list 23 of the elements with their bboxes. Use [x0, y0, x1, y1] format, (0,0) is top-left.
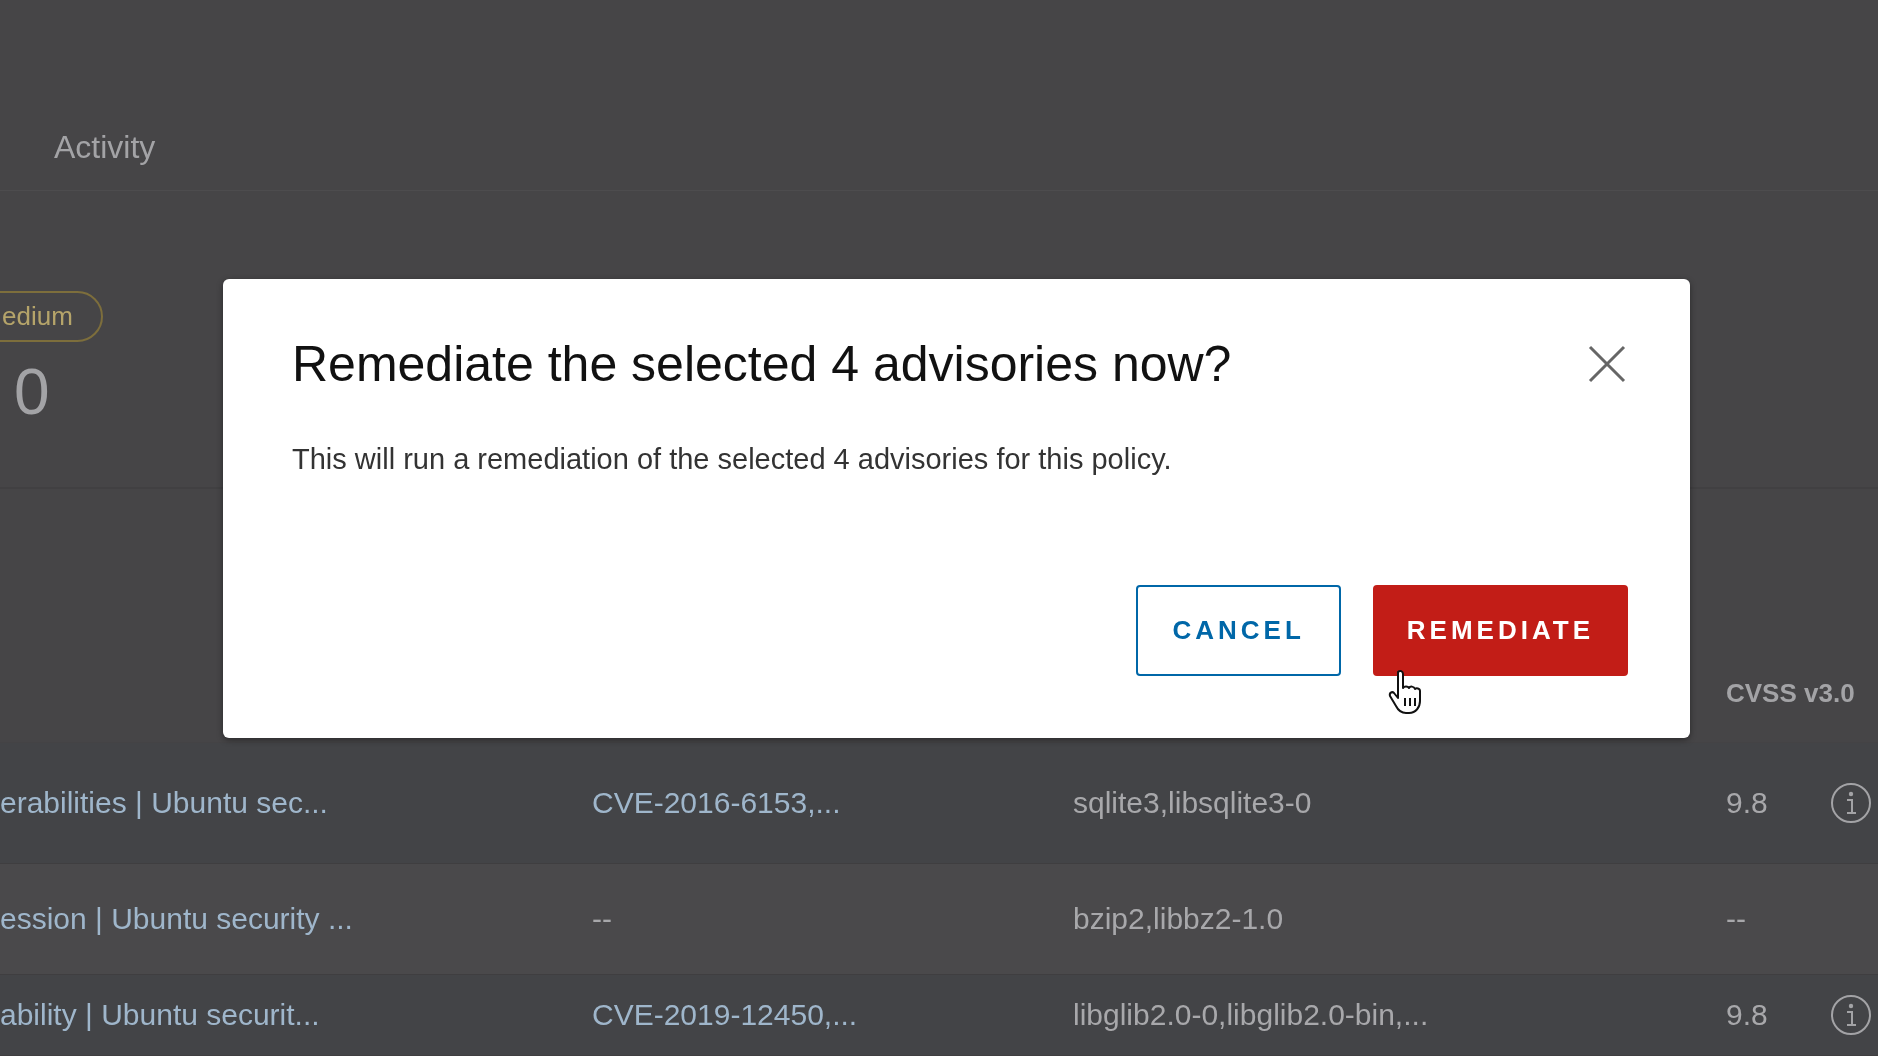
advisory-count: 0	[14, 359, 50, 424]
severity-badge: edium	[0, 290, 103, 342]
cve-cell: CVE-2016-6153,...	[592, 786, 841, 820]
advisory-link[interactable]: erabilities | Ubuntu sec...	[0, 786, 328, 820]
dialog-message: This will run a remediation of the selected 4 advisories for this policy.	[292, 443, 1173, 476]
advisory-link[interactable]: ability | Ubuntu securit...	[0, 998, 320, 1032]
advisory-link[interactable]: ession | Ubuntu security ...	[0, 902, 353, 936]
remediate-button[interactable]: REMEDIATE	[1372, 585, 1628, 676]
cancel-button[interactable]: CANCEL	[1136, 585, 1341, 676]
dialog-title: Remediate the selected 4 advisories now?	[292, 335, 1232, 393]
activity-tab[interactable]: Activity	[54, 128, 156, 166]
cve-cell: CVE-2019-12450,...	[592, 998, 858, 1032]
score-cell: 9.8	[1726, 786, 1768, 820]
column-header: CVSS v3.0	[1726, 677, 1856, 709]
packages-cell: bzip2,libbz2-1.0	[1073, 902, 1284, 936]
close-button[interactable]	[1586, 343, 1628, 385]
score-cell: --	[1726, 902, 1746, 936]
info-icon[interactable]	[1830, 782, 1872, 824]
info-icon[interactable]	[1830, 994, 1872, 1036]
packages-cell: sqlite3,libsqlite3-0	[1073, 786, 1312, 820]
packages-cell: libglib2.0-0,libglib2.0-bin,...	[1073, 998, 1429, 1032]
score-cell: 9.8	[1726, 998, 1768, 1032]
cve-cell: --	[592, 902, 612, 936]
